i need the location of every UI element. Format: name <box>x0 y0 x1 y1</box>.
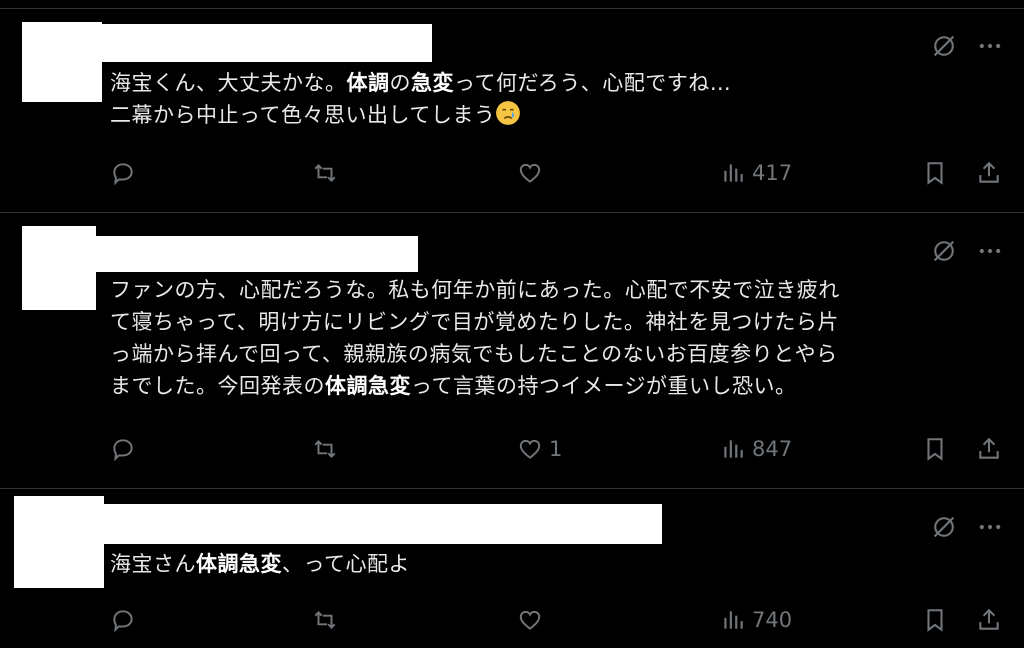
bookmark-button[interactable] <box>922 607 948 633</box>
text-segment: 、って心配よ <box>282 552 410 576</box>
reply-button[interactable] <box>110 607 136 633</box>
divider <box>0 488 1024 489</box>
views-count: 740 <box>752 608 793 632</box>
like-button[interactable] <box>517 607 543 633</box>
text-segment: 海宝さん <box>110 552 196 576</box>
share-icon <box>976 607 1002 633</box>
reply-icon <box>110 607 136 633</box>
tweet-line: 海宝さん体調急変、って心配よ <box>110 548 994 580</box>
retweet-button[interactable] <box>312 607 338 633</box>
tweet[interactable]: 海宝さん体調急変、って心配よ 740 <box>0 0 1024 648</box>
like-icon <box>517 607 543 633</box>
views-icon <box>720 607 746 633</box>
grok-icon[interactable] <box>930 513 958 541</box>
retweet-icon <box>312 607 338 633</box>
tweet-actions: 740 <box>0 607 1024 637</box>
bold-text-segment: 体調急変 <box>196 552 282 576</box>
redacted-username <box>104 504 662 544</box>
share-button[interactable] <box>976 607 1002 633</box>
redacted-avatar <box>14 496 104 588</box>
more-icon[interactable] <box>976 513 1004 541</box>
tweet-text: 海宝さん体調急変、って心配よ <box>110 548 994 580</box>
bookmark-icon <box>922 607 948 633</box>
views-button[interactable]: 740 <box>720 607 792 633</box>
